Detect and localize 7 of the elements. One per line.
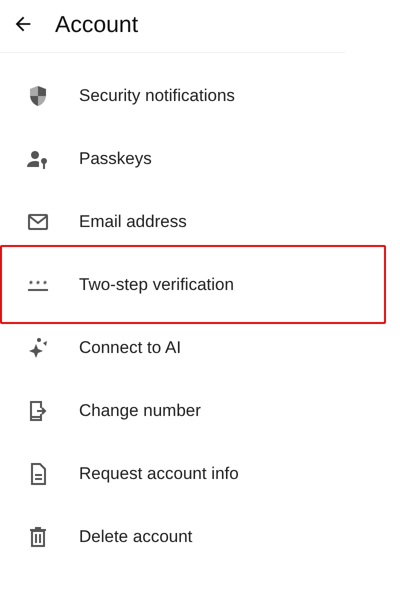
menu-item[interactable]: Change number: [0, 379, 386, 442]
screen-title: Account: [55, 10, 138, 38]
menu-item[interactable]: Request account info: [0, 442, 386, 505]
menu-item[interactable]: Two-step verification: [0, 245, 386, 324]
menu-item[interactable]: Security notifications: [0, 64, 386, 127]
menu-item[interactable]: Passkeys: [0, 127, 386, 190]
menu-item[interactable]: Delete account: [0, 505, 386, 568]
